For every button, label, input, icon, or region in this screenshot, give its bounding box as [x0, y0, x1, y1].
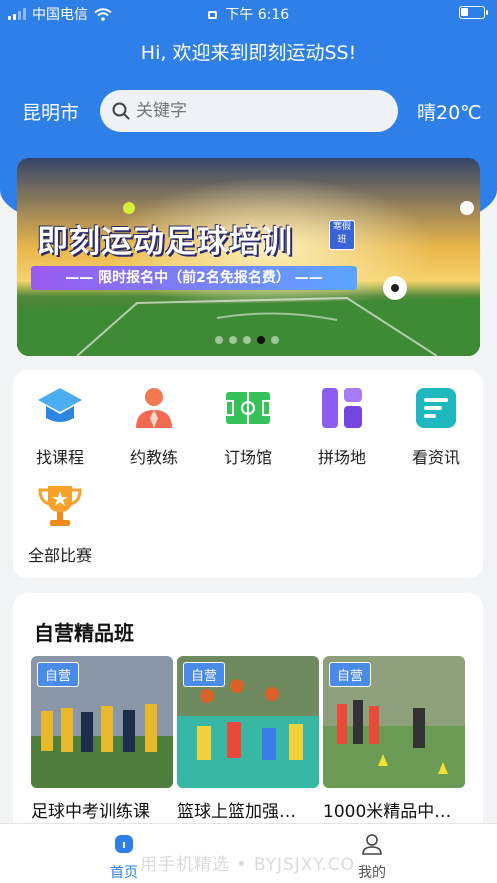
- menu-label: 约教练: [129, 448, 178, 467]
- featured-classes-section: 自营精品班 自营 足球中考训练课 自营 篮球上篮加强… 自营 1000米精品中…: [13, 593, 483, 833]
- promo-banner[interactable]: 即刻运动足球培训 寒假班 —— 限时报名中（前2名免报名费） ——: [17, 158, 480, 356]
- graduation-cap-icon: [38, 388, 82, 422]
- menu-label: 拼场地: [317, 448, 366, 467]
- carousel-dots: [215, 336, 279, 344]
- course-card[interactable]: 自营 1000米精品中…: [323, 656, 465, 822]
- trophy-icon: [38, 486, 82, 526]
- home-icon: [115, 835, 133, 853]
- news-icon: [416, 388, 456, 428]
- carousel-dot-active[interactable]: [257, 336, 265, 344]
- quick-menu: 找课程 约教练 订场馆 拼场地 看资讯 全部比赛: [13, 370, 483, 578]
- carousel-dot[interactable]: [243, 336, 251, 344]
- banner-badge: 寒假班: [329, 220, 355, 250]
- carousel-dot[interactable]: [229, 336, 237, 344]
- course-image: 自营: [323, 656, 465, 788]
- course-tag: 自营: [183, 662, 226, 687]
- menu-find-course[interactable]: 找课程: [13, 384, 107, 468]
- course-image: 自营: [177, 656, 319, 788]
- menu-all-matches[interactable]: 全部比赛: [13, 482, 107, 566]
- lock-icon: [207, 11, 217, 19]
- battery-icon: [459, 6, 488, 19]
- search-bar[interactable]: [100, 90, 398, 132]
- course-name: 1000米精品中…: [323, 802, 452, 822]
- search-icon: [112, 102, 130, 120]
- status-bar: 中国电信 下午 6:16: [0, 0, 497, 26]
- menu-news[interactable]: 看资讯: [389, 384, 483, 468]
- welcome-text: Hi, 欢迎来到即刻运动SS!: [140, 42, 357, 64]
- weather-label: 晴20℃: [417, 102, 482, 124]
- course-name: 篮球上篮加强…: [177, 802, 296, 822]
- field-icon: [225, 392, 271, 424]
- search-input[interactable]: [136, 101, 356, 121]
- course-card[interactable]: 自营 足球中考训练课: [31, 656, 173, 822]
- menu-share-venue[interactable]: 拼场地: [295, 384, 389, 468]
- watermark-text: 用手机精选 • BYJSJXY.CO: [140, 855, 356, 875]
- city-selector[interactable]: 昆明市: [22, 98, 79, 125]
- menu-label: 找课程: [35, 448, 84, 467]
- banner-subtitle: —— 限时报名中（前2名免报名费） ——: [31, 266, 357, 290]
- banner-title: 即刻运动足球培训: [37, 224, 293, 260]
- user-icon: [362, 834, 382, 855]
- carousel-dot[interactable]: [215, 336, 223, 344]
- section-title: 自营精品班: [34, 621, 134, 645]
- course-tag: 自营: [329, 662, 372, 687]
- menu-label: 订场馆: [223, 448, 272, 467]
- menu-label: 看资讯: [411, 448, 460, 467]
- carousel-dot[interactable]: [271, 336, 279, 344]
- clock-label: 下午 6:16: [225, 7, 290, 23]
- course-name: 足球中考训练课: [31, 802, 150, 822]
- menu-book-coach[interactable]: 约教练: [107, 384, 201, 468]
- menu-book-venue[interactable]: 订场馆: [201, 384, 295, 468]
- course-tag: 自营: [37, 662, 80, 687]
- course-card[interactable]: 自营 篮球上篮加强…: [177, 656, 319, 822]
- menu-label: 全部比赛: [27, 546, 92, 565]
- course-image: 自营: [31, 656, 173, 788]
- grid-icon: [322, 388, 362, 428]
- coach-icon: [136, 388, 172, 428]
